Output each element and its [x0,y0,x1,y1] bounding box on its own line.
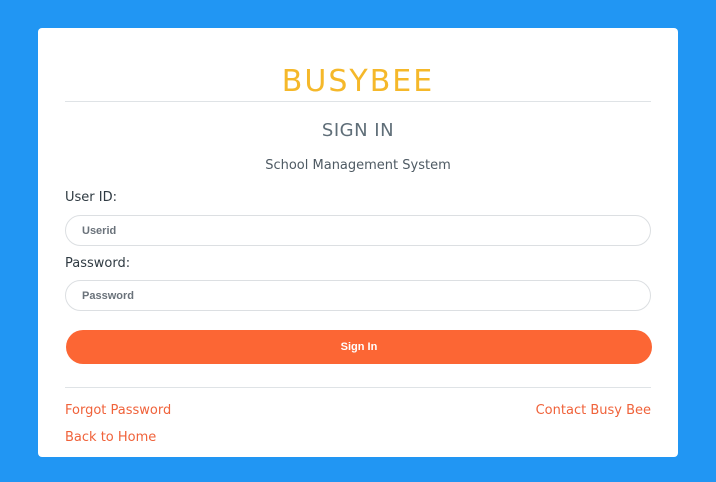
password-label: Password: [65,256,131,271]
page-title: SIGN IN [321,120,395,141]
footer-divider [65,387,651,388]
password-input[interactable] [65,280,651,311]
userid-input[interactable] [65,215,651,246]
header-divider [65,101,651,102]
page-subtitle: School Management System [265,158,451,173]
busybee-logo: BUSYBEE [281,64,435,99]
userid-label: User ID: [65,190,117,205]
forgot-password-link[interactable]: Forgot Password [65,402,171,420]
login-card: BUSYBEE SIGN IN School Management System… [38,28,678,457]
back-to-home-link[interactable]: Back to Home [65,429,156,447]
contact-busybee-link[interactable]: Contact Busy Bee [536,402,651,420]
sign-in-button[interactable]: Sign In [66,330,652,364]
